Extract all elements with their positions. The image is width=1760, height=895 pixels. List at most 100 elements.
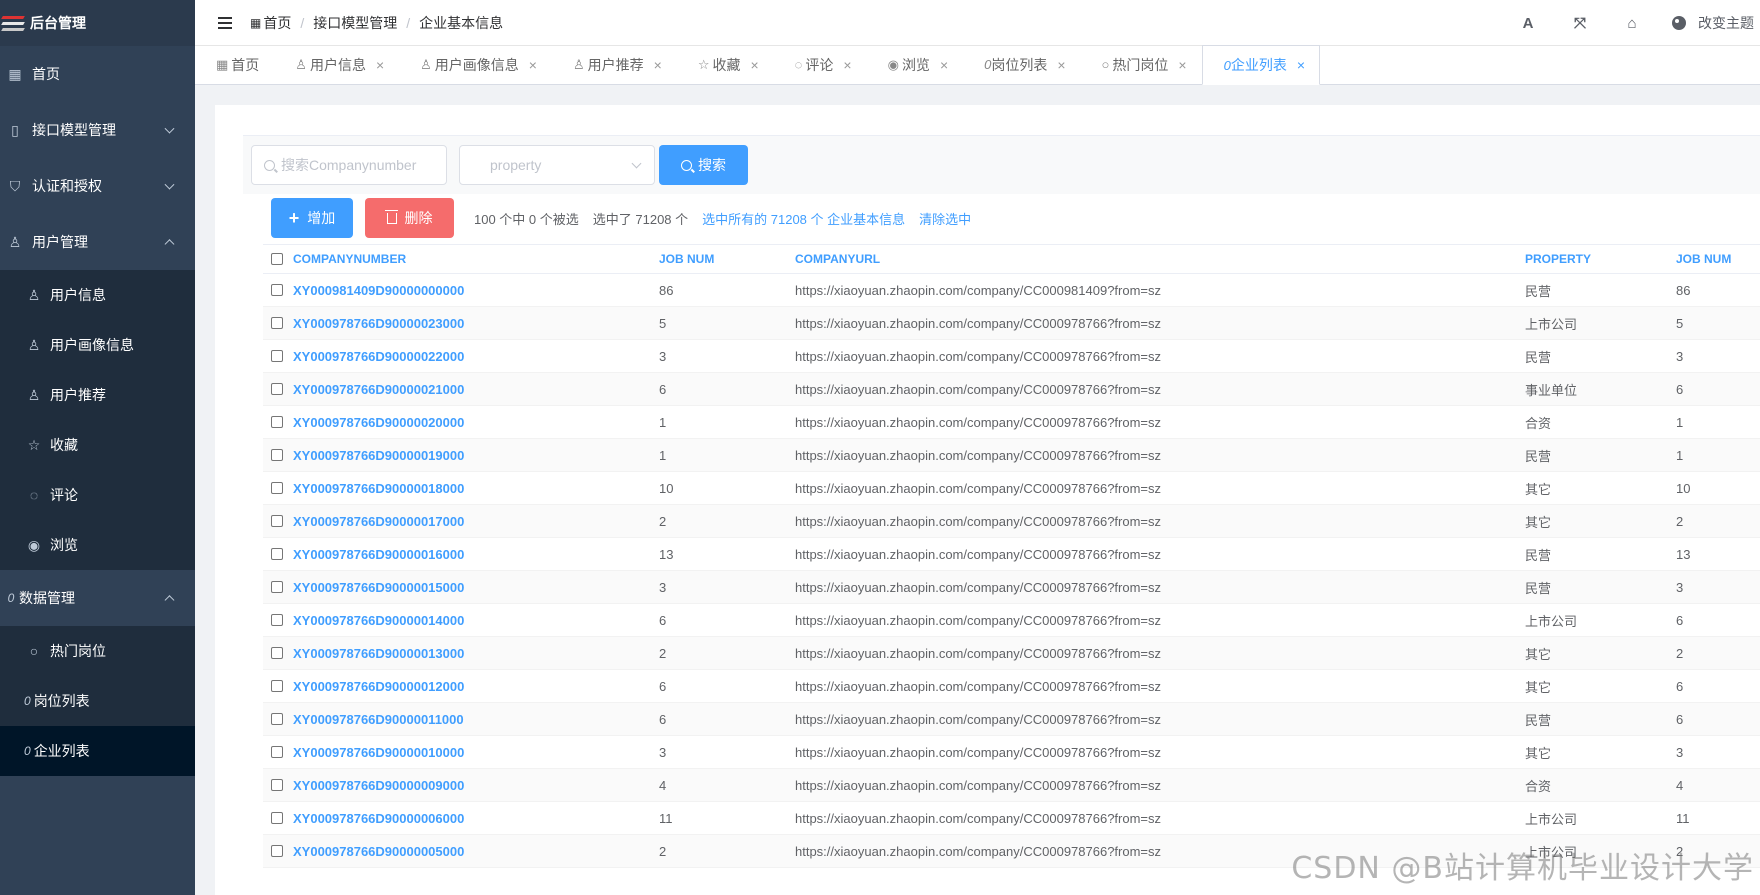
row-checkbox[interactable] [271,284,283,296]
tab-company-list[interactable]: 0 企业列表 × [1201,45,1321,85]
table-row[interactable]: XY000978766D90000018000 10 https://xiaoyua… [263,472,1760,505]
column-header-companyurl[interactable]: COMPANYURL [795,252,1525,266]
sidebar-item-user-mgmt[interactable]: ♙ 用户管理 [0,214,195,270]
cell-companynumber[interactable]: XY000978766D90000006000 [293,811,659,826]
cell-companynumber[interactable]: XY000978766D90000005000 [293,844,659,859]
select-all-checkbox[interactable] [271,253,283,265]
cell-companynumber[interactable]: XY000978766D90000013000 [293,646,659,661]
home-icon[interactable]: ⌂ [1606,15,1658,32]
sidebar-item-user-profile[interactable]: ♙ 用户画像信息 [0,320,195,370]
table-row[interactable]: XY000978766D90000006000 11 https://xiaoyua… [263,802,1760,835]
tab-hot-jobs[interactable]: ○ 热门岗位 × [1081,45,1202,84]
row-checkbox[interactable] [271,548,283,560]
close-icon[interactable]: × [1297,57,1305,73]
row-checkbox[interactable] [271,383,283,395]
row-checkbox[interactable] [271,680,283,692]
breadcrumb-item[interactable]: 首页 [263,13,291,33]
table-row[interactable]: XY000978766D90000005000 2 https://xiaoyuan… [263,835,1760,868]
row-checkbox[interactable] [271,449,283,461]
tab-user-recommend[interactable]: ♙ 用户推荐 × [552,45,677,84]
row-checkbox[interactable] [271,713,283,725]
cell-companynumber[interactable]: XY000978766D90000009000 [293,778,659,793]
add-button[interactable]: + 增加 [271,198,353,238]
row-checkbox[interactable] [271,581,283,593]
sidebar-item-user-info[interactable]: ♙ 用户信息 [0,270,195,320]
sidebar-item-comments[interactable]: ◌ 评论 [0,470,195,520]
table-row[interactable]: XY000978766D90000014000 6 https://xiaoyuan… [263,604,1760,637]
table-row[interactable]: XY000978766D90000016000 13 https://xiaoyua… [263,538,1760,571]
close-icon[interactable]: × [654,57,662,73]
table-row[interactable]: XY000978766D90000012000 6 https://xiaoyuan… [263,670,1760,703]
table-row[interactable]: XY000978766D90000011000 6 https://xiaoyuan… [263,703,1760,736]
cell-companynumber[interactable]: XY000978766D90000021000 [293,382,659,397]
menu-toggle-icon[interactable] [218,16,232,29]
breadcrumb-item[interactable]: 接口模型管理 [313,13,397,33]
row-checkbox[interactable] [271,515,283,527]
tab-user-info[interactable]: ♙ 用户信息 × [274,45,399,84]
search-input[interactable]: 搜索Companynumber [251,145,447,185]
clear-selection-link[interactable]: 清除选中 [919,209,971,228]
sidebar-item-favorites[interactable]: ☆ 收藏 [0,420,195,470]
close-icon[interactable]: × [529,57,537,73]
cell-companynumber[interactable]: XY000981409D90000000000 [293,283,659,298]
row-checkbox[interactable] [271,746,283,758]
column-header-jobnum-2[interactable]: JOB NUM [1676,252,1756,266]
sidebar-item-browse[interactable]: ◉ 浏览 [0,520,195,570]
row-checkbox[interactable] [271,779,283,791]
column-header-companynumber[interactable]: COMPANYNUMBER [293,252,659,266]
cell-companynumber[interactable]: XY000978766D90000018000 [293,481,659,496]
table-row[interactable]: XY000978766D90000017000 2 https://xiaoyuan… [263,505,1760,538]
cell-companynumber[interactable]: XY000978766D90000011000 [293,712,659,727]
sidebar-item-api-model[interactable]: ▯ 接口模型管理 [0,102,195,158]
close-icon[interactable]: × [843,57,851,73]
row-checkbox[interactable] [271,845,283,857]
sidebar-item-hot-jobs[interactable]: ○ 热门岗位 [0,626,195,676]
table-row[interactable]: XY000978766D90000015000 3 https://xiaoyuan… [263,571,1760,604]
tab-favorites[interactable]: ☆ 收藏 × [677,45,774,84]
property-select[interactable]: property [459,145,655,185]
close-icon[interactable]: × [940,57,948,73]
fullscreen-icon[interactable]: ⤧ [1554,15,1606,32]
table-row[interactable]: XY000978766D90000010000 3 https://xiaoyuan… [263,736,1760,769]
tab-user-profile[interactable]: ♙ 用户画像信息 × [399,45,552,84]
table-row[interactable]: XY000978766D90000019000 1 https://xiaoyuan… [263,439,1760,472]
close-icon[interactable]: × [750,57,758,73]
change-theme-button[interactable]: 改变主题 [1672,13,1754,33]
tab-browse[interactable]: ◉ 浏览 × [867,45,964,84]
close-icon[interactable]: × [1178,57,1186,73]
cell-companynumber[interactable]: XY000978766D90000010000 [293,745,659,760]
select-all-link[interactable]: 选中所有的 71208 个 企业基本信息 [702,209,905,228]
column-header-property[interactable]: PROPERTY [1525,252,1676,266]
cell-companynumber[interactable]: XY000978766D90000023000 [293,316,659,331]
table-row[interactable]: XY000981409D90000000000 86 https://xiaoyua… [263,274,1760,307]
table-row[interactable]: XY000978766D90000023000 5 https://xiaoyuan… [263,307,1760,340]
table-row[interactable]: XY000978766D90000020000 1 https://xiaoyuan… [263,406,1760,439]
sidebar-brand[interactable]: 后台管理 [0,0,195,46]
delete-button[interactable]: 删除 [365,198,454,238]
row-checkbox[interactable] [271,416,283,428]
cell-companynumber[interactable]: XY000978766D90000019000 [293,448,659,463]
sidebar-item-data-mgmt[interactable]: 0 数据管理 [0,570,195,626]
cell-companynumber[interactable]: XY000978766D90000017000 [293,514,659,529]
cell-companynumber[interactable]: XY000978766D90000020000 [293,415,659,430]
table-row[interactable]: XY000978766D90000022000 3 https://xiaoyuan… [263,340,1760,373]
row-checkbox[interactable] [271,350,283,362]
search-button[interactable]: 搜索 [659,145,748,185]
sidebar-item-job-list[interactable]: 0 岗位列表 [0,676,195,726]
row-checkbox[interactable] [271,812,283,824]
tab-home[interactable]: ▦ 首页 [195,45,274,84]
close-icon[interactable]: × [376,57,384,73]
cell-companynumber[interactable]: XY000978766D90000022000 [293,349,659,364]
sidebar-item-user-recommend[interactable]: ♙ 用户推荐 [0,370,195,420]
sidebar-item-auth[interactable]: ⛉ 认证和授权 [0,158,195,214]
row-checkbox[interactable] [271,614,283,626]
row-checkbox[interactable] [271,647,283,659]
cell-companynumber[interactable]: XY000978766D90000012000 [293,679,659,694]
row-checkbox[interactable] [271,482,283,494]
row-checkbox[interactable] [271,317,283,329]
tab-job-list[interactable]: 0 岗位列表 × [963,45,1080,84]
table-row[interactable]: XY000978766D90000009000 4 https://xiaoyuan… [263,769,1760,802]
close-icon[interactable]: × [1057,57,1065,73]
cell-companynumber[interactable]: XY000978766D90000014000 [293,613,659,628]
font-size-icon[interactable]: A [1502,15,1554,32]
